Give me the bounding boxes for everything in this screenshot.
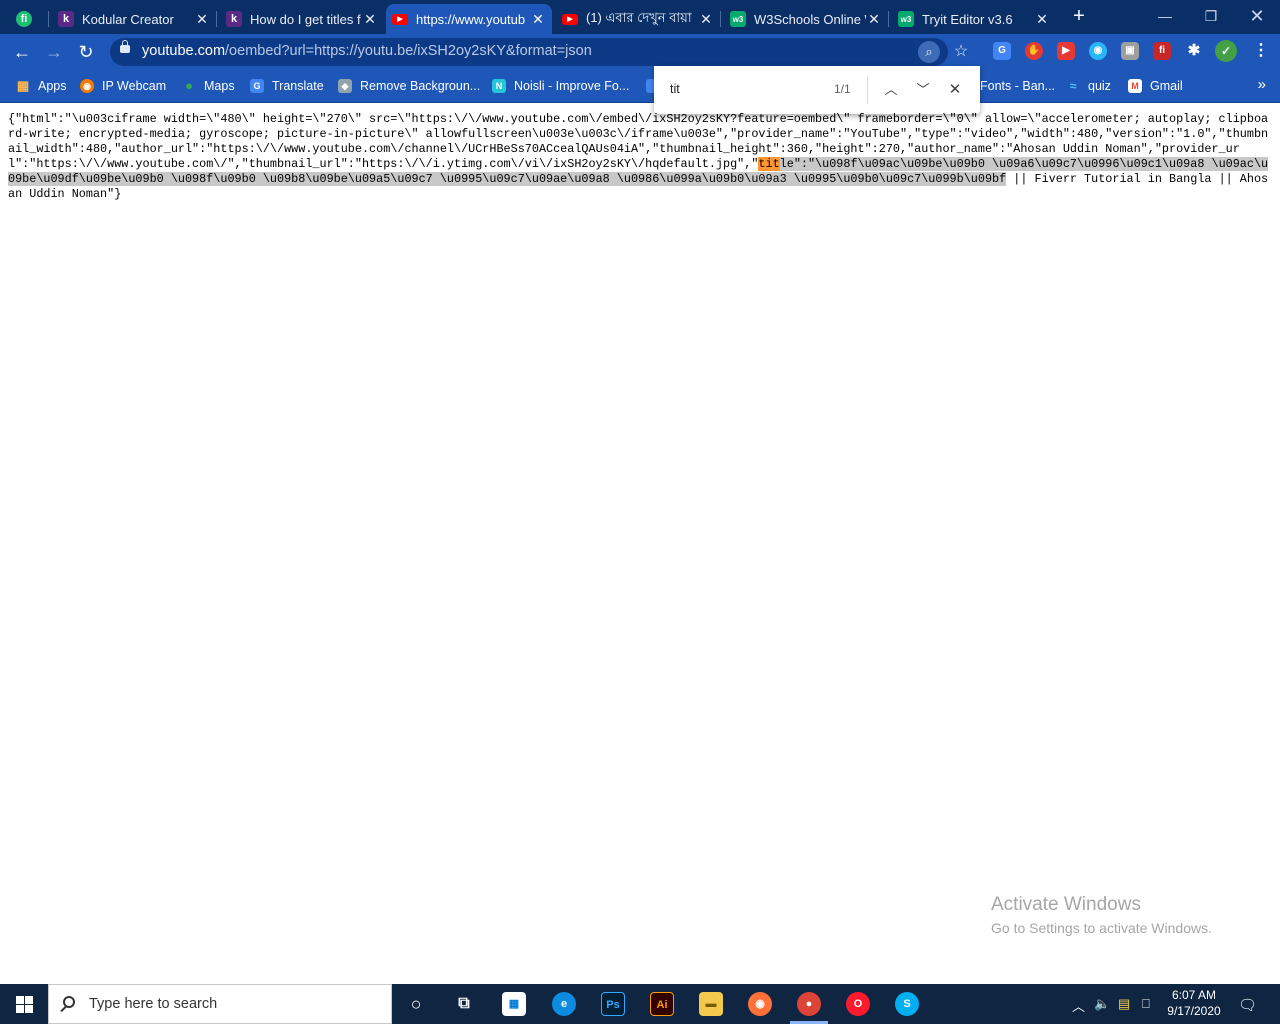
new-tab-button[interactable]: + (1068, 5, 1090, 27)
quiz-icon: ≈ (1069, 79, 1077, 93)
layers-icon: ◆ (338, 79, 352, 93)
noisli-icon: N (492, 79, 506, 93)
translate-icon: G (250, 79, 264, 93)
tab-title: https://www.youtub (416, 11, 526, 27)
tab-title: Kodular Creator (82, 11, 174, 27)
tray-chevron-icon[interactable]: ︿ (1072, 996, 1085, 1015)
search-icon (63, 996, 75, 1008)
gmail-icon: M (1128, 79, 1142, 93)
windows-taskbar: Type here to search ○ ⧉ ▦ e Ps Ai ▬ ◉ ● … (0, 984, 1280, 1024)
task-view-icon[interactable]: ⧉ (452, 992, 476, 1016)
taskbar-search-input[interactable]: Type here to search (48, 984, 392, 1024)
kodular-icon: k (226, 11, 242, 27)
screen-recorder-extension-icon[interactable]: ◉ (1089, 42, 1107, 60)
youtube-icon: ▶ (392, 13, 408, 25)
bookmark-fonts-bangla[interactable]: Fonts - Ban... (980, 77, 1055, 95)
puzzle-extensions-icon[interactable]: ✱ (1185, 42, 1203, 60)
close-icon[interactable]: ✕ (362, 11, 378, 28)
tab-how-do-i-get-titles[interactable]: k How do I get titles f ✕ (220, 4, 384, 34)
tab-title: (1) এবার দেখুন বায়া (586, 9, 692, 25)
tab-youtube-oembed[interactable]: ▶ https://www.youtub ✕ (386, 4, 552, 34)
address-bar[interactable]: youtube.com/oembed?url=https://youtu.be/… (110, 38, 968, 66)
bookmark-translate[interactable]: G Translate (250, 77, 324, 95)
language-indicator-icon[interactable]: ▤ (1118, 996, 1130, 1012)
taskbar-clock[interactable]: 6:07 AM 9/17/2020 (1160, 987, 1228, 1019)
find-in-page-icon[interactable]: ⌕ (918, 41, 940, 63)
bookmark-ip-webcam[interactable]: ◉ IP Webcam (80, 77, 166, 95)
tab-w3schools[interactable]: w3 W3Schools Online W ✕ (724, 4, 888, 34)
window-close-icon[interactable]: ✕ (1234, 0, 1280, 32)
find-next-icon[interactable]: ﹀ (912, 79, 934, 101)
tab-fiverr[interactable]: fi (10, 4, 46, 34)
chrome-icon[interactable]: ● (797, 992, 821, 1016)
bookmarks-bar: ▦ Apps ◉ IP Webcam ● Maps G Translate ◆ … (0, 70, 1280, 103)
store-icon[interactable]: ▦ (502, 992, 526, 1016)
bookmark-remove-background[interactable]: ◆ Remove Backgroun... (338, 77, 480, 95)
volume-icon[interactable]: 🔈 (1094, 996, 1110, 1012)
network-icon[interactable]: ⎕ (1142, 996, 1150, 1012)
close-icon[interactable]: ✕ (1034, 11, 1050, 28)
browser-toolbar: ← → ↻ youtube.com/oembed?url=https://you… (0, 34, 1280, 70)
tab-tryit-editor[interactable]: w3 Tryit Editor v3.6 ✕ (892, 4, 1056, 34)
find-bar: tit 1/1 ︿ ﹀ ✕ (654, 66, 980, 114)
bookmark-quiz[interactable]: ≈ quiz (1066, 77, 1111, 95)
find-close-icon[interactable]: ✕ (944, 79, 966, 101)
tab-strip: fi k Kodular Creator ✕ k How do I get ti… (0, 0, 1280, 34)
find-match-count: 1/1 (834, 82, 851, 96)
windows-start-icon[interactable] (0, 984, 48, 1024)
tab-title: Tryit Editor v3.6 (922, 11, 1013, 27)
skype-icon[interactable]: S (895, 992, 919, 1016)
bookmark-star-icon[interactable]: ☆ (950, 41, 972, 63)
apps-grid-icon: ▦ (16, 78, 30, 93)
bookmark-gmail[interactable]: M Gmail (1128, 77, 1183, 95)
url-text[interactable]: youtube.com/oembed?url=https://youtu.be/… (142, 43, 592, 59)
maps-pin-icon: ● (185, 78, 193, 93)
bookmark-apps[interactable]: ▦ Apps (16, 77, 67, 95)
minimize-icon[interactable]: — (1142, 0, 1188, 32)
lock-icon[interactable] (120, 40, 130, 53)
back-icon[interactable]: ← (10, 40, 34, 64)
close-icon[interactable]: ✕ (194, 11, 210, 28)
extension-icon[interactable]: ▣ (1121, 42, 1139, 60)
tab-kodular-creator[interactable]: k Kodular Creator ✕ (52, 4, 216, 34)
photoshop-icon[interactable]: Ps (601, 992, 625, 1016)
close-icon[interactable]: ✕ (866, 11, 882, 28)
file-explorer-icon[interactable]: ▬ (699, 992, 723, 1016)
reload-icon[interactable]: ↻ (74, 40, 98, 64)
activate-windows-watermark: Activate Windows Go to Settings to activ… (991, 894, 1212, 936)
illustrator-icon[interactable]: Ai (650, 992, 674, 1016)
find-match-highlight: tit (758, 157, 780, 171)
youtube-icon: ▶ (562, 13, 578, 25)
w3schools-icon: w3 (730, 11, 746, 27)
notification-icon[interactable]: 🗨 (1238, 996, 1257, 1014)
bookmark-maps[interactable]: ● Maps (182, 77, 235, 95)
w3schools-icon: w3 (898, 11, 914, 27)
profile-avatar[interactable]: ✓ (1215, 40, 1237, 62)
edge-icon[interactable]: e (552, 992, 576, 1016)
cortana-icon[interactable]: ○ (404, 992, 428, 1016)
fonts-extension-icon[interactable]: fi (1153, 42, 1171, 60)
forward-icon[interactable]: → (42, 40, 66, 64)
find-input[interactable]: tit (670, 82, 680, 96)
close-icon[interactable]: ✕ (530, 11, 546, 28)
find-previous-icon[interactable]: ︿ (880, 79, 902, 101)
tab-youtube-video[interactable]: ▶ (1) এবার দেখুন বায়া ✕ (556, 4, 720, 34)
firefox-icon[interactable]: ◉ (748, 992, 772, 1016)
tab-title: How do I get titles f (250, 11, 361, 27)
webcam-icon: ◉ (80, 79, 94, 93)
tab-title: W3Schools Online W (754, 11, 866, 27)
menu-kebab-icon[interactable]: ⋮ (1252, 42, 1270, 60)
bookmark-noisli[interactable]: N Noisli - Improve Fo... (492, 77, 629, 95)
kodular-icon: k (58, 11, 74, 27)
close-icon[interactable]: ✕ (698, 11, 714, 28)
adblock-extension-icon[interactable]: ✋ (1025, 42, 1043, 60)
translate-extension-icon[interactable]: G (993, 42, 1011, 60)
video-extension-icon[interactable]: ▶ (1057, 42, 1075, 60)
fiverr-icon: fi (16, 11, 32, 27)
json-response-text: {"html":"\u003ciframe width=\"480\" heig… (8, 112, 1269, 201)
opera-icon[interactable]: O (846, 992, 870, 1016)
more-bookmarks-icon[interactable]: » (1258, 76, 1266, 93)
restore-icon[interactable]: ❐ (1188, 0, 1234, 32)
